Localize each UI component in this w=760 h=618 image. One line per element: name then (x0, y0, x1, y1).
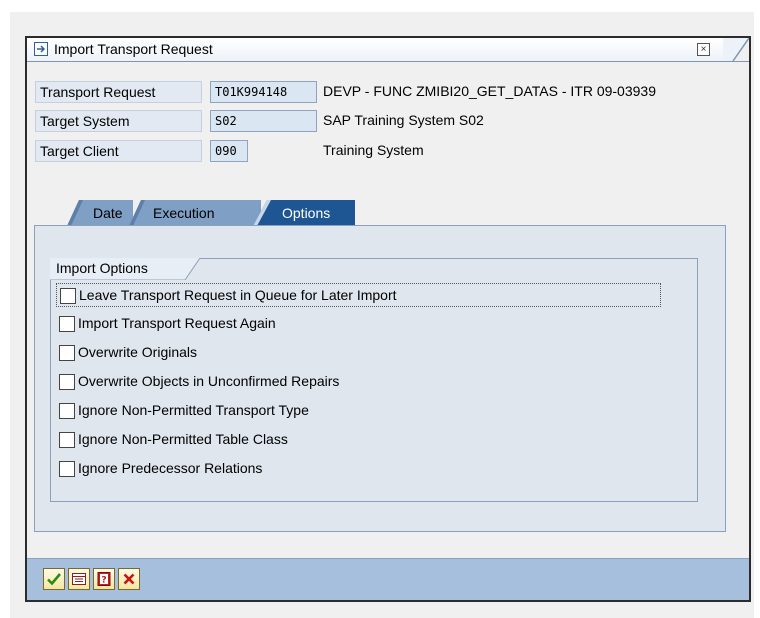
tab-execution-label: Execution (153, 205, 215, 221)
checkbox[interactable] (59, 403, 75, 419)
tab-options-label: Options (282, 205, 331, 221)
checkbox[interactable] (59, 316, 75, 332)
checkbox[interactable] (60, 288, 76, 304)
option-ignore-transport-type[interactable]: Ignore Non-Permitted Transport Type (56, 399, 661, 423)
target-system-description: SAP Training System S02 (323, 112, 484, 128)
transport-request-field[interactable]: T01K994148 (210, 81, 317, 103)
tab-date[interactable]: Date (67, 200, 133, 226)
continue-button[interactable] (43, 568, 65, 590)
option-overwrite-unconfirmed-repairs[interactable]: Overwrite Objects in Unconfirmed Repairs (56, 370, 661, 394)
option-leave-in-queue[interactable]: Leave Transport Request in Queue for Lat… (56, 283, 661, 307)
option-label: Ignore Predecessor Relations (78, 460, 263, 476)
import-options-title: Import Options (56, 260, 148, 276)
target-client-row: Target Client 090 Training System (35, 140, 735, 162)
tab-execution[interactable]: Execution (129, 200, 261, 226)
tab-date-label: Date (93, 205, 123, 221)
import-transport-request-dialog: Import Transport Request × Transport Req… (25, 36, 751, 602)
dialog-icon (33, 41, 49, 60)
option-label: Leave Transport Request in Queue for Lat… (79, 287, 397, 303)
option-label: Import Transport Request Again (78, 315, 276, 331)
option-label: Overwrite Originals (78, 344, 198, 360)
option-label: Overwrite Objects in Unconfirmed Repairs (78, 373, 340, 389)
checkbox[interactable] (59, 374, 75, 390)
title-bar[interactable]: Import Transport Request × (27, 38, 749, 62)
tab-options[interactable]: Options (253, 200, 355, 226)
checkbox[interactable] (59, 432, 75, 448)
tab-strip: Date Execution Options (67, 200, 387, 226)
dialog-title: Import Transport Request (54, 41, 213, 57)
help-icon: ? (97, 572, 111, 586)
target-system-label: Target System (35, 110, 202, 132)
button-toolbar: ? (27, 558, 749, 600)
cancel-button[interactable] (118, 568, 140, 590)
option-label: Ignore Non-Permitted Table Class (78, 431, 288, 447)
cancel-icon (123, 573, 135, 585)
svg-text:?: ? (101, 576, 106, 586)
target-client-field[interactable]: 090 (210, 140, 248, 162)
checkbox[interactable] (59, 345, 75, 361)
target-client-description: Training System (323, 142, 424, 158)
checkmark-icon (47, 573, 61, 586)
option-label: Ignore Non-Permitted Transport Type (78, 402, 309, 418)
options-panel: Import Options Leave Transport Request i… (34, 225, 726, 532)
target-system-row: Target System S02 SAP Training System S0… (35, 110, 735, 132)
transport-request-label: Transport Request (35, 81, 202, 103)
transport-request-row: Transport Request T01K994148 DEVP - FUNC… (35, 81, 735, 103)
checkbox[interactable] (59, 461, 75, 477)
close-icon[interactable]: × (697, 43, 710, 56)
option-ignore-table-class[interactable]: Ignore Non-Permitted Table Class (56, 428, 661, 452)
option-ignore-predecessor[interactable]: Ignore Predecessor Relations (56, 457, 661, 481)
transport-request-description: DEVP - FUNC ZMIBI20_GET_DATAS - ITR 09-0… (323, 83, 656, 99)
details-button[interactable] (68, 568, 90, 590)
details-icon (72, 573, 86, 585)
title-bar-tail (723, 38, 749, 61)
target-client-label: Target Client (35, 140, 202, 162)
target-system-field[interactable]: S02 (210, 110, 317, 132)
help-button[interactable]: ? (93, 568, 115, 590)
option-overwrite-originals[interactable]: Overwrite Originals (56, 341, 661, 365)
option-import-again[interactable]: Import Transport Request Again (56, 312, 661, 336)
